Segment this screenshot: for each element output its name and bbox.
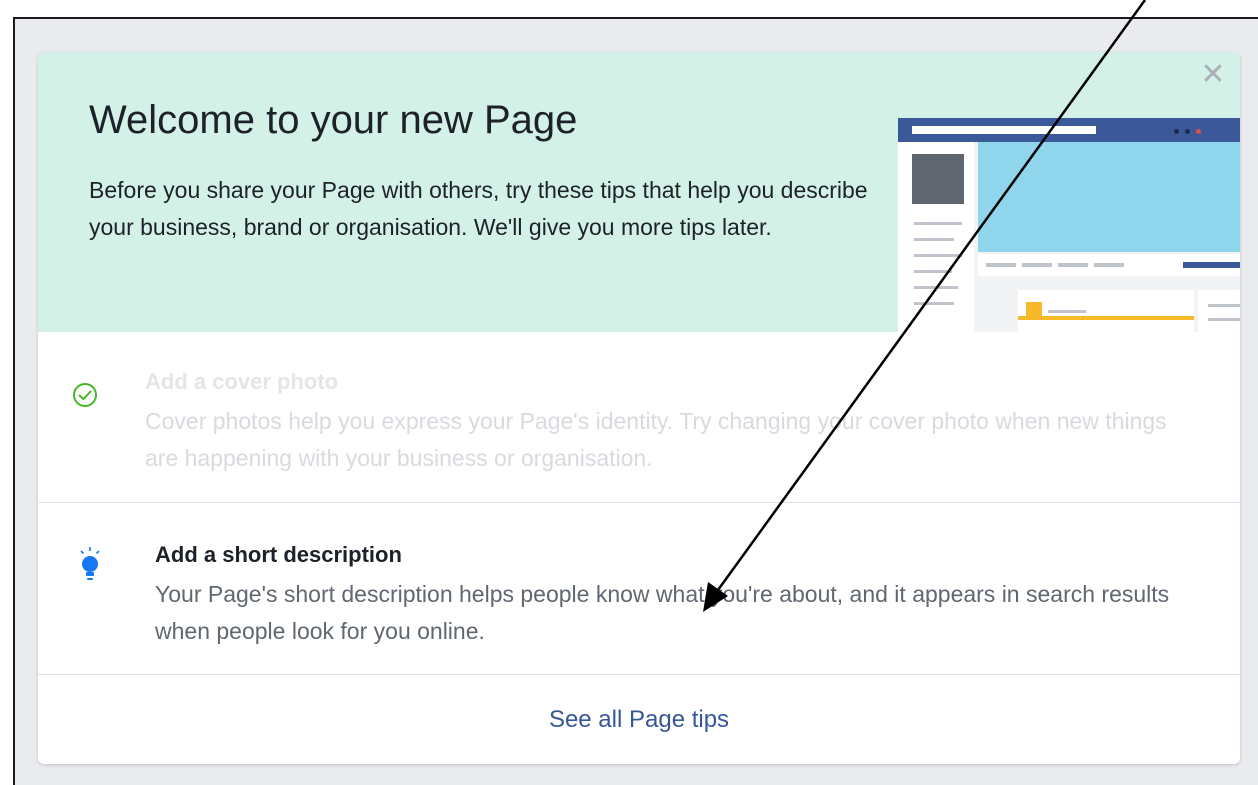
- illustration-dot: [1174, 129, 1179, 134]
- illustration-tab: [1058, 263, 1088, 267]
- illustration-tab-active: [1183, 262, 1240, 268]
- page-preview-illustration: [898, 118, 1240, 332]
- tip-description: Cover photos help you express your Page'…: [145, 408, 1167, 471]
- illustration-line: [1048, 310, 1086, 313]
- see-all-page-tips-link[interactable]: See all Page tips: [38, 675, 1240, 764]
- illustration-dot: [1196, 129, 1201, 134]
- welcome-header: Welcome to your new Page Before you shar…: [38, 52, 1240, 332]
- illustration-line: [1208, 304, 1240, 307]
- tip-add-cover-photo[interactable]: Add a cover photo Cover photos help you …: [38, 332, 1240, 502]
- illustration-dot: [1185, 129, 1190, 134]
- illustration-line: [914, 222, 962, 225]
- illustration-tab: [1022, 263, 1052, 267]
- tip-title: Add a short description: [155, 542, 402, 567]
- tip-add-short-description[interactable]: Add a short description Your Page's shor…: [38, 502, 1240, 675]
- illustration-tab: [986, 263, 1016, 267]
- illustration-panel: [1198, 290, 1240, 332]
- check-circle-icon: [73, 383, 97, 407]
- illustration-line: [914, 254, 962, 257]
- welcome-intro: Before you share your Page with others, …: [89, 177, 868, 240]
- illustration-line: [914, 238, 954, 241]
- illustration-searchbar: [912, 126, 1096, 134]
- close-icon[interactable]: ✕: [1198, 60, 1228, 90]
- illustration-tab: [1094, 263, 1124, 267]
- illustration-line: [1208, 318, 1240, 321]
- tip-title: Add a cover photo: [145, 369, 339, 394]
- page-tips-card: Welcome to your new Page Before you shar…: [38, 52, 1240, 764]
- lightbulb-icon: [80, 547, 100, 580]
- illustration-cover: [978, 142, 1240, 252]
- welcome-title: Welcome to your new Page: [89, 98, 578, 142]
- illustration-avatar: [912, 154, 964, 204]
- illustration-line: [914, 286, 958, 289]
- illustration-tabs: [978, 254, 1240, 276]
- tips-footer: See all Page tips: [38, 674, 1240, 764]
- illustration-line: [914, 270, 952, 273]
- illustration-panel: [1018, 290, 1194, 332]
- tip-description: Your Page's short description helps peop…: [155, 581, 1170, 644]
- illustration-yellow-line: [1018, 316, 1194, 320]
- illustration-line: [914, 302, 954, 305]
